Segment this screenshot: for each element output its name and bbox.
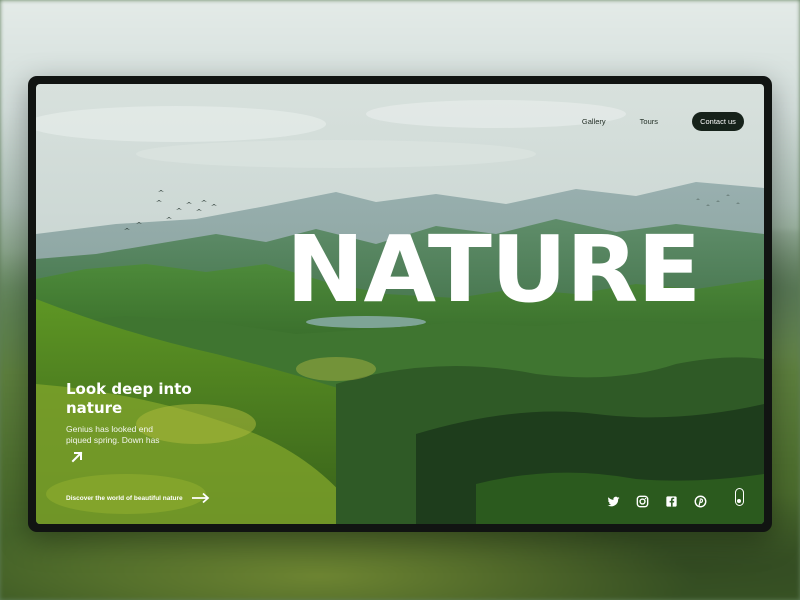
hero-subtitle: Genius has looked end piqued spring. Dow… (66, 424, 160, 445)
scroll-dot (737, 499, 742, 503)
twitter-icon[interactable] (606, 494, 621, 509)
nav-link-tours[interactable]: Tours (640, 117, 658, 126)
hero-big-word: NATURE (286, 216, 701, 323)
nav-link-gallery[interactable]: Gallery (582, 117, 606, 126)
arrow-up-right-icon[interactable] (70, 450, 84, 464)
facebook-icon[interactable] (664, 494, 679, 509)
discover-link-label: Discover the world of beautiful nature (66, 494, 183, 502)
top-nav: Gallery Tours Contact us (582, 112, 744, 131)
pinterest-icon[interactable] (693, 494, 708, 509)
discover-link[interactable]: Discover the world of beautiful nature (66, 492, 211, 504)
instagram-icon[interactable] (635, 494, 650, 509)
website-screen: Gallery Tours Contact us NATURE Look dee… (36, 84, 764, 524)
social-links (606, 494, 708, 509)
hero-title: Look deep into nature (66, 380, 192, 417)
contact-us-button[interactable]: Contact us (692, 112, 744, 131)
arrow-right-icon (191, 492, 210, 504)
hero-text-block: Look deep into nature Genius has looked … (66, 380, 216, 446)
scroll-mouse-icon[interactable] (735, 488, 744, 506)
device-frame: Gallery Tours Contact us NATURE Look dee… (28, 76, 772, 532)
